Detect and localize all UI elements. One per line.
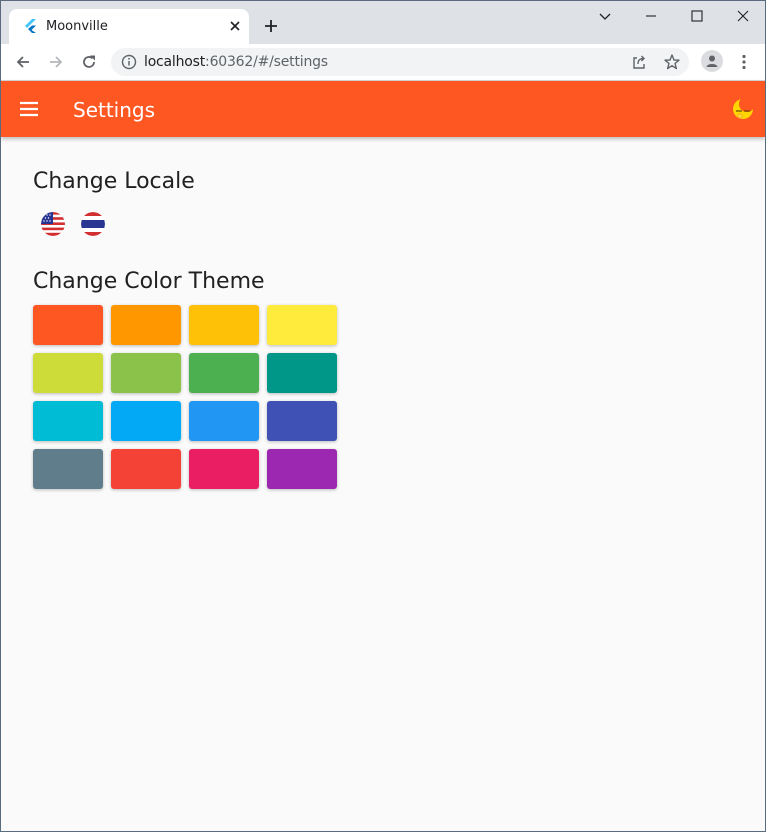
chevron-down-icon[interactable] xyxy=(597,8,613,24)
minimize-icon[interactable] xyxy=(643,8,659,24)
tab-strip: Moonville xyxy=(1,1,765,44)
page-title: Settings xyxy=(73,98,156,122)
hamburger-menu-icon[interactable] xyxy=(19,99,39,119)
browser-tab[interactable]: Moonville xyxy=(9,9,249,44)
color-swatch[interactable] xyxy=(267,353,337,393)
color-swatch[interactable] xyxy=(189,401,259,441)
forward-arrow-icon[interactable] xyxy=(47,53,65,71)
share-icon[interactable] xyxy=(631,54,647,70)
change-locale-heading: Change Locale xyxy=(33,169,195,194)
color-swatch[interactable] xyxy=(111,305,181,345)
color-swatch[interactable] xyxy=(111,353,181,393)
color-swatch[interactable] xyxy=(267,401,337,441)
close-tab-icon[interactable] xyxy=(227,18,243,34)
us-flag-icon[interactable] xyxy=(41,212,65,236)
url-path: :60362/#/settings xyxy=(205,54,328,70)
flutter-icon xyxy=(25,19,36,33)
color-swatch[interactable] xyxy=(33,305,103,345)
color-swatch[interactable] xyxy=(33,449,103,489)
color-swatch[interactable] xyxy=(189,449,259,489)
color-swatch[interactable] xyxy=(111,449,181,489)
url-text: localhost:60362/#/settings xyxy=(144,54,328,70)
color-swatch[interactable] xyxy=(189,305,259,345)
reload-icon[interactable] xyxy=(80,53,98,71)
person-icon xyxy=(706,55,718,67)
url-host: localhost xyxy=(144,54,206,70)
bookmark-star-icon[interactable] xyxy=(663,53,681,71)
back-arrow-icon[interactable] xyxy=(14,53,32,71)
browser-window: Moonville localhost:60362/#/settings Set… xyxy=(0,0,766,832)
sleepy-moon-icon[interactable] xyxy=(731,97,755,121)
color-swatch[interactable] xyxy=(267,305,337,345)
color-swatch[interactable] xyxy=(189,353,259,393)
color-swatch[interactable] xyxy=(267,449,337,489)
address-bar[interactable]: localhost:60362/#/settings xyxy=(111,48,689,76)
new-tab-icon[interactable] xyxy=(263,18,279,34)
color-swatch[interactable] xyxy=(111,401,181,441)
info-icon[interactable] xyxy=(121,54,137,70)
change-color-theme-heading: Change Color Theme xyxy=(33,269,265,294)
close-window-icon[interactable] xyxy=(735,8,751,24)
profile-avatar[interactable] xyxy=(701,50,723,72)
more-vert-icon[interactable] xyxy=(735,53,753,71)
thai-flag-icon[interactable] xyxy=(81,212,105,236)
color-swatch[interactable] xyxy=(33,401,103,441)
app-bar: Settings xyxy=(1,81,765,137)
color-swatch[interactable] xyxy=(33,353,103,393)
tab-title: Moonville xyxy=(46,19,108,34)
browser-toolbar: localhost:60362/#/settings xyxy=(1,44,765,81)
maximize-icon[interactable] xyxy=(689,8,705,24)
